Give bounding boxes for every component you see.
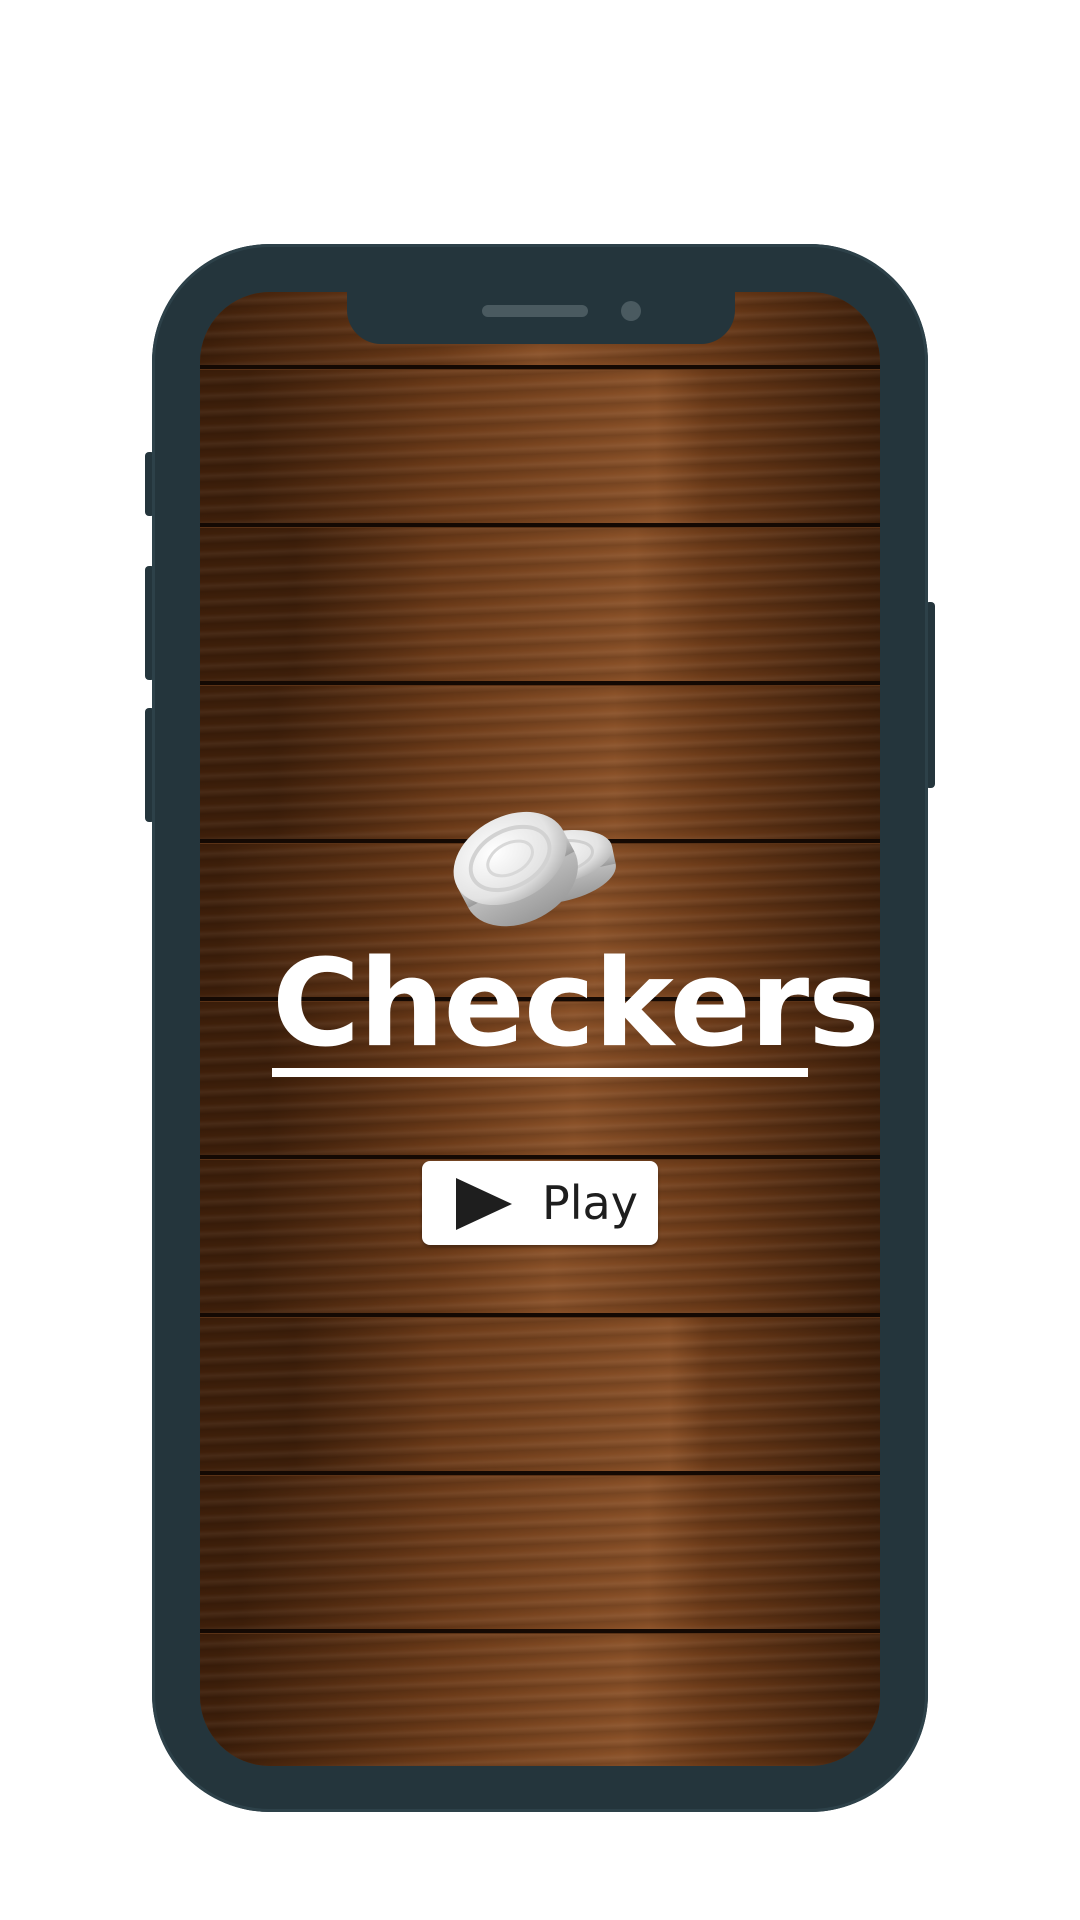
wood-plank <box>200 1318 880 1475</box>
wood-plank <box>200 1634 880 1766</box>
phone-notch <box>347 290 735 344</box>
front-camera <box>621 301 641 321</box>
play-button-label: Play <box>542 1176 638 1230</box>
checker-pieces-icon <box>453 811 616 927</box>
game-title: Checkers <box>272 935 880 1074</box>
title-underline <box>272 1068 808 1077</box>
wood-plank <box>200 1476 880 1633</box>
speaker-grille <box>482 305 588 317</box>
wood-plank <box>200 528 880 685</box>
play-button[interactable]: Play <box>422 1161 658 1245</box>
play-triangle-icon <box>456 1178 512 1230</box>
wood-plank <box>200 370 880 527</box>
